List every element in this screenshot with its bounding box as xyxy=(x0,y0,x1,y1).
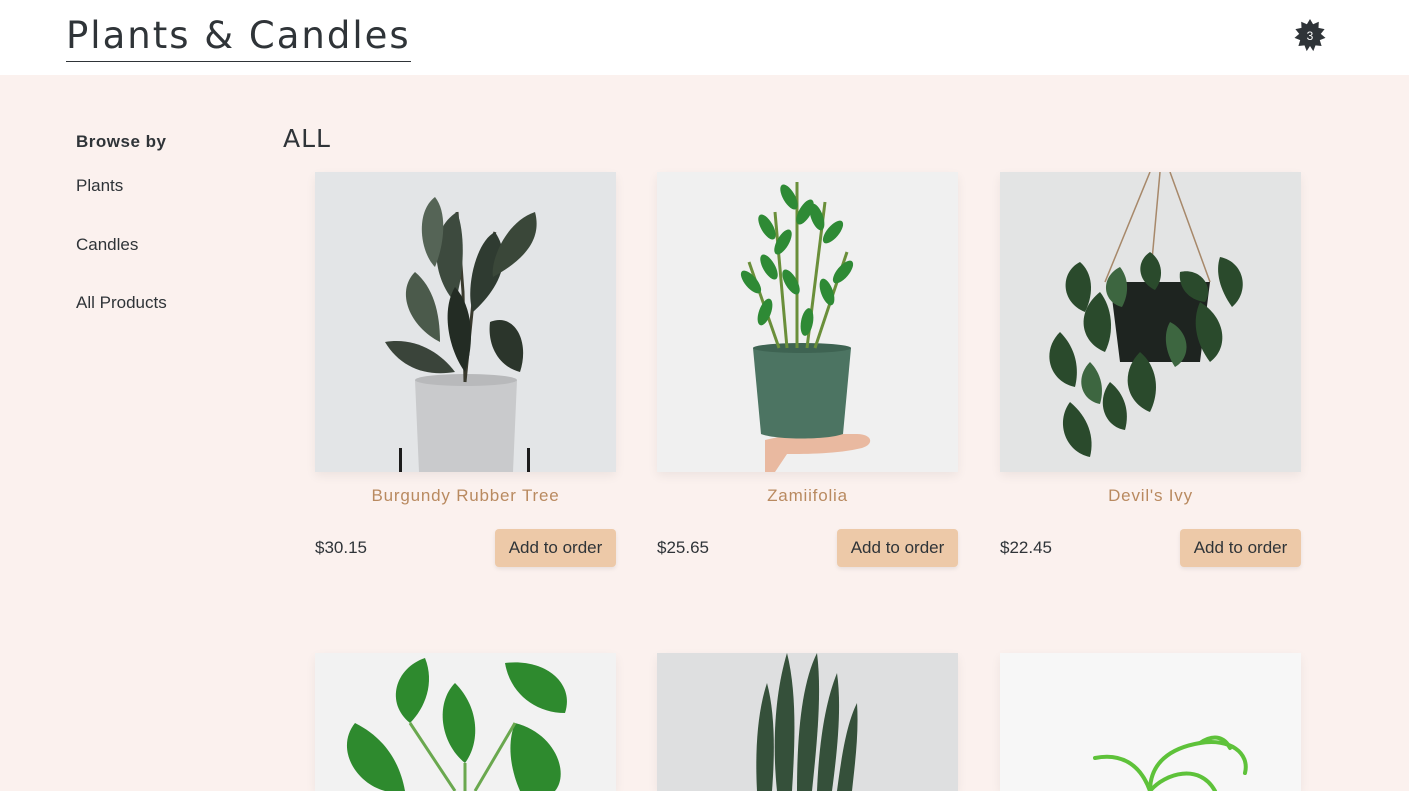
product-image-fern[interactable] xyxy=(1000,653,1301,791)
add-to-order-button[interactable]: Add to order xyxy=(837,529,958,567)
product-price: $30.15 xyxy=(315,538,367,557)
product-name[interactable]: Zamiifolia xyxy=(657,486,958,506)
cart-button[interactable]: 3 xyxy=(1292,18,1328,54)
product-image-devils-ivy[interactable] xyxy=(1000,172,1301,472)
section-title: ALL xyxy=(283,124,331,153)
site-header: Plants & Candles 3 xyxy=(0,0,1409,75)
product-image-monstera[interactable] xyxy=(315,653,616,791)
add-to-order-button[interactable]: Add to order xyxy=(495,529,616,567)
product-image-rubber-tree[interactable] xyxy=(315,172,616,472)
add-to-order-button[interactable]: Add to order xyxy=(1180,529,1301,567)
site-logo[interactable]: Plants & Candles xyxy=(66,14,411,62)
product-name[interactable]: Devil's Ivy xyxy=(1000,486,1301,506)
product-name[interactable]: Burgundy Rubber Tree xyxy=(315,486,616,506)
product-image-snake-plant[interactable] xyxy=(657,653,958,791)
cart-count: 3 xyxy=(1306,29,1314,43)
product-image-zamiifolia[interactable] xyxy=(657,172,958,472)
sidebar-link-all-products[interactable]: All Products xyxy=(76,293,167,313)
sidebar-link-candles[interactable]: Candles xyxy=(76,235,138,255)
product-price: $25.65 xyxy=(657,538,709,557)
product-price: $22.45 xyxy=(1000,538,1052,557)
sidebar-heading: Browse by xyxy=(76,132,167,151)
sidebar-link-plants[interactable]: Plants xyxy=(76,176,123,196)
